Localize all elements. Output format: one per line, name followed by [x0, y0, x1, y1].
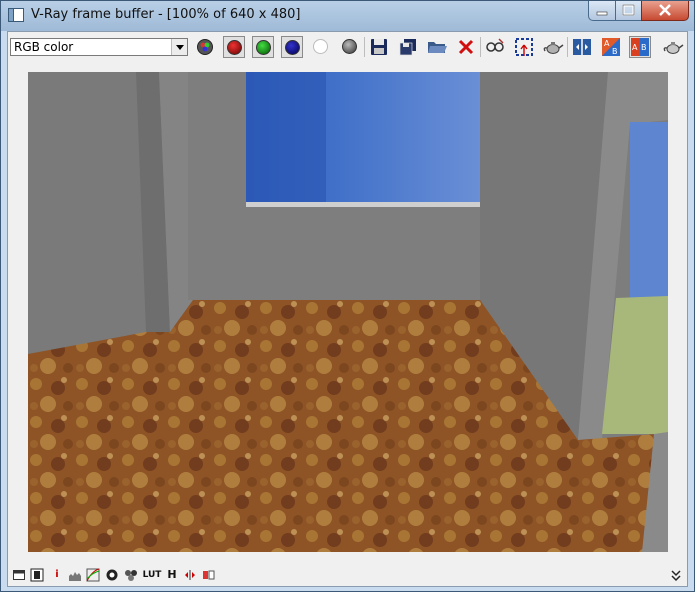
view-channel-button[interactable] — [194, 36, 216, 58]
render-icon — [543, 42, 564, 54]
toolbar: RGB color A B A B — [8, 32, 687, 62]
ab-horizontal-icon: AB — [602, 38, 620, 56]
exposure-button[interactable] — [105, 568, 119, 582]
red-channel-button[interactable] — [223, 36, 245, 58]
info-button[interactable]: i — [50, 568, 64, 582]
svg-text:B: B — [641, 43, 647, 52]
chevron-down-icon — [671, 570, 681, 582]
region-button[interactable] — [513, 36, 535, 58]
blue-channel-button[interactable] — [281, 36, 303, 58]
save-button[interactable] — [368, 36, 390, 58]
rendered-image[interactable] — [28, 72, 668, 552]
open-button[interactable] — [426, 36, 448, 58]
compare-strip-button[interactable] — [183, 568, 197, 582]
histogram-button[interactable]: H — [165, 568, 179, 582]
door-glass — [630, 122, 668, 298]
ocio-button[interactable] — [202, 568, 216, 582]
green-channel-button[interactable] — [252, 36, 274, 58]
render-button[interactable] — [542, 36, 564, 58]
curve-icon — [86, 568, 100, 582]
film-button[interactable] — [30, 568, 44, 582]
app-icon — [8, 8, 24, 22]
ab-vertical-button[interactable]: AB — [629, 36, 651, 58]
left-wall — [28, 72, 146, 354]
vfb-window: V-Ray frame buffer - [100% of 640 x 480]… — [0, 0, 695, 592]
panel-button[interactable] — [12, 568, 26, 582]
lut-button[interactable]: LUT — [142, 568, 162, 582]
toolbar-separator — [364, 37, 365, 57]
toolbar-separator — [567, 37, 568, 57]
view-channel-icon — [197, 39, 213, 55]
frame-buffer-client: RGB color A B A B i LUT H — [7, 31, 688, 587]
ab-horizontal-button[interactable]: AB — [600, 36, 622, 58]
compare-button[interactable] — [571, 36, 593, 58]
mono-button[interactable] — [339, 36, 361, 58]
info-icon: i — [55, 569, 59, 580]
histogram-icon: H — [167, 568, 177, 581]
film-icon — [30, 568, 44, 582]
alpha-channel-icon — [313, 39, 328, 54]
toolbar-separator — [480, 37, 481, 57]
render-viewport[interactable] — [8, 62, 687, 562]
red-channel-icon — [227, 40, 242, 55]
panel-icon — [13, 570, 25, 580]
color-corrections-icon — [125, 570, 137, 581]
chevron-down-icon[interactable] — [171, 39, 187, 55]
track-mouse-button[interactable] — [484, 36, 506, 58]
close-button[interactable] — [641, 1, 689, 21]
compare-icon — [573, 39, 591, 55]
window-title: V-Ray frame buffer - [100% of 640 x 480] — [31, 7, 301, 22]
save-all-button[interactable] — [397, 36, 419, 58]
exposure-icon — [106, 569, 118, 581]
ab-vertical-icon: AB — [631, 38, 649, 56]
teapot-icon — [663, 42, 684, 54]
svg-text:A: A — [632, 43, 638, 52]
open-icon — [428, 42, 447, 53]
channel-select[interactable]: RGB color — [10, 38, 188, 56]
minimize-button[interactable] — [588, 1, 616, 21]
alpha-channel-button[interactable] — [310, 36, 332, 58]
window-glass-shadow — [246, 72, 326, 205]
svg-text:B: B — [612, 47, 618, 56]
lut-icon: LUT — [142, 570, 162, 580]
curve-button[interactable] — [86, 568, 100, 582]
status-bar: i LUT H — [8, 564, 687, 586]
clear-icon — [458, 39, 474, 55]
save-icon — [371, 39, 387, 55]
track-mouse-icon — [486, 38, 504, 52]
green-channel-icon — [256, 40, 271, 55]
mono-icon — [342, 39, 357, 54]
window-sill — [246, 202, 480, 207]
maximize-button[interactable] — [615, 1, 642, 21]
save-all-icon — [399, 39, 416, 56]
teapot-button[interactable] — [662, 36, 684, 58]
expand-button[interactable] — [669, 568, 683, 582]
ocio-icon — [203, 570, 215, 580]
title-bar[interactable]: V-Ray frame buffer - [100% of 640 x 480] — [1, 1, 694, 31]
channel-select-value: RGB color — [14, 40, 74, 54]
blue-channel-icon — [285, 40, 300, 55]
levels-icon — [69, 572, 81, 581]
svg-text:A: A — [604, 39, 610, 48]
levels-button[interactable] — [68, 568, 82, 582]
color-corrections-button[interactable] — [124, 568, 138, 582]
clear-button[interactable] — [455, 36, 477, 58]
region-icon — [515, 38, 533, 56]
compare-strip-icon — [185, 570, 195, 580]
